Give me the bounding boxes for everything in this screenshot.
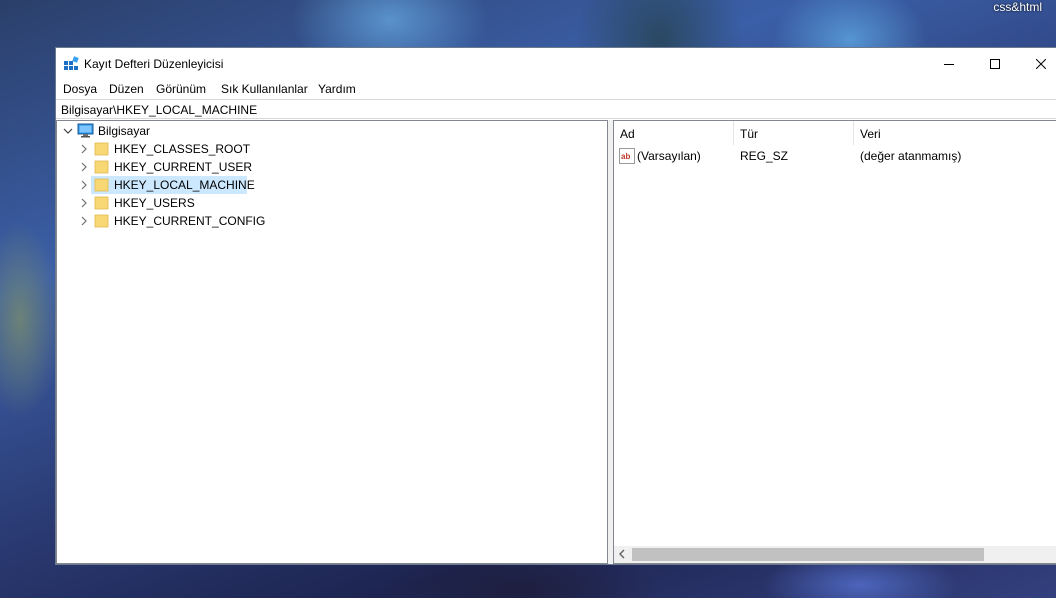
menu-sik-kullanilanlar[interactable]: Sık Kullanılanlar (220, 82, 309, 96)
value-row[interactable]: ab (Varsayılan) REG_SZ (değer atanmamış) (614, 146, 1056, 166)
close-icon (1036, 59, 1046, 69)
chevron-right-icon[interactable] (79, 198, 89, 208)
chevron-right-icon[interactable] (79, 180, 89, 190)
column-header-veri[interactable]: Veri (854, 121, 1056, 145)
chevron-left-icon[interactable] (617, 549, 627, 559)
chevron-down-icon[interactable] (63, 126, 73, 136)
folder-icon (94, 178, 109, 192)
maximize-button[interactable] (972, 48, 1018, 80)
minimize-button[interactable] (926, 48, 972, 80)
column-header-tur[interactable]: Tür (734, 121, 854, 145)
minimize-icon (944, 64, 954, 65)
column-header-label: Ad (620, 127, 635, 141)
value-name: (Varsayılan) (637, 149, 701, 163)
scrollbar-thumb[interactable] (632, 548, 984, 561)
tree-item-hkey-local-machine[interactable]: HKEY_LOCAL_MACHINE (57, 176, 607, 194)
title-bar[interactable]: Kayıt Defteri Düzenleyicisi (56, 48, 1056, 80)
window-title: Kayıt Defteri Düzenleyicisi (84, 57, 224, 71)
close-button[interactable] (1018, 48, 1056, 80)
key-tree-pane[interactable]: Bilgisayar HKEY_CLASSES_ROOT HKEY_CURREN… (56, 120, 608, 564)
menu-gorunum[interactable]: Görünüm (155, 82, 207, 96)
desktop-corner-label: css&html (993, 0, 1042, 14)
tree-item-hkey-classes-root[interactable]: HKEY_CLASSES_ROOT (57, 140, 607, 158)
chevron-right-icon[interactable] (79, 162, 89, 172)
tree-item-hkey-current-user[interactable]: HKEY_CURRENT_USER (57, 158, 607, 176)
address-bar[interactable]: Bilgisayar\HKEY_LOCAL_MACHINE (56, 99, 1056, 119)
string-value-icon: ab (619, 148, 635, 164)
folder-icon (94, 160, 109, 174)
folder-icon (94, 196, 109, 210)
tree-item-root[interactable]: Bilgisayar (57, 122, 607, 140)
tree-item-label: HKEY_USERS (114, 196, 195, 210)
tree-root-label: Bilgisayar (98, 124, 151, 138)
chevron-right-icon[interactable] (79, 144, 89, 154)
svg-text:ab: ab (621, 152, 630, 161)
folder-icon (94, 142, 109, 156)
maximize-icon (990, 59, 1000, 69)
menu-duzen[interactable]: Düzen (108, 82, 145, 96)
registry-editor-window: Kayıt Defteri Düzenleyicisi Dosya Düzen … (55, 47, 1056, 565)
value-data: (değer atanmamış) (860, 149, 962, 163)
column-header-label: Veri (860, 127, 881, 141)
chevron-right-icon[interactable] (79, 216, 89, 226)
value-type: REG_SZ (740, 149, 789, 163)
menu-dosya[interactable]: Dosya (62, 82, 98, 96)
tree-item-label: HKEY_CLASSES_ROOT (114, 142, 251, 156)
column-header-ad[interactable]: Ad (614, 121, 734, 145)
tree-item-label: HKEY_CURRENT_CONFIG (114, 214, 266, 228)
computer-icon (77, 123, 94, 138)
tree-item-label: HKEY_CURRENT_USER (114, 160, 253, 174)
horizontal-scrollbar[interactable] (614, 546, 1056, 563)
tree-item-hkey-current-config[interactable]: HKEY_CURRENT_CONFIG (57, 212, 607, 230)
registry-editor-icon (64, 56, 79, 70)
tree-item-hkey-users[interactable]: HKEY_USERS (57, 194, 607, 212)
tree-item-label: HKEY_LOCAL_MACHINE (114, 178, 255, 192)
menu-bar: Dosya Düzen Görünüm Sık Kullanılanlar Ya… (56, 80, 1056, 99)
folder-icon (94, 214, 109, 228)
menu-yardim[interactable]: Yardım (317, 82, 357, 96)
address-path[interactable]: Bilgisayar\HKEY_LOCAL_MACHINE (61, 103, 257, 117)
values-list-pane[interactable]: Ad Tür Veri ab (Varsayılan) REG_SZ (değe… (613, 120, 1056, 564)
column-header-label: Tür (740, 127, 758, 141)
